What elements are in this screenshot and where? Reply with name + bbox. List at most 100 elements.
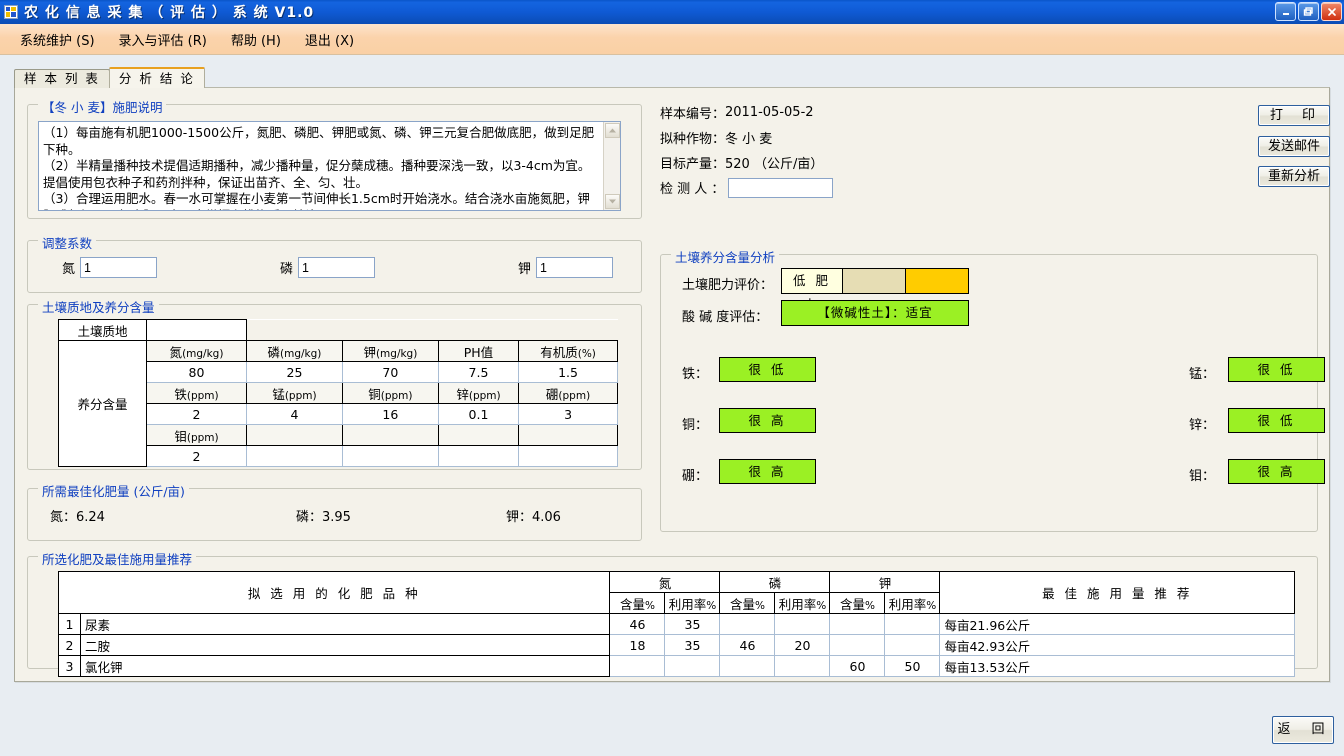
value-n[interactable]: 80 <box>146 361 247 383</box>
fertilizer-note-textarea[interactable]: （1）每亩施有机肥1000-1500公斤，氮肥、磷肥、钾肥或氮、磷、钾三元复合肥… <box>38 121 621 211</box>
inspector-input[interactable] <box>728 177 834 198</box>
header-blank-2 <box>341 424 439 446</box>
header-organic: 有机质(%) <box>518 340 618 362</box>
coefficients-group: 调整系数 氮 磷 钾 <box>27 233 642 293</box>
row-p-content[interactable] <box>719 613 776 635</box>
header-p-rate: 利用率% <box>774 592 831 614</box>
table-row[interactable]: 3 氯化钾 60 50 每亩13.53公斤 <box>58 655 1295 677</box>
micronutrient-badge-cu: 很 高 <box>719 408 816 433</box>
tab-analysis-conclusion[interactable]: 分 析 结 论 <box>108 67 205 88</box>
row-p-content[interactable]: 46 <box>719 634 776 656</box>
value-p[interactable]: 25 <box>246 361 343 383</box>
row-n-rate[interactable]: 35 <box>664 634 721 656</box>
optimal-k: 钾：4.06 <box>506 510 561 525</box>
value-fe[interactable]: 2 <box>146 403 247 425</box>
coefficient-input-p[interactable] <box>298 257 376 278</box>
row-k-rate[interactable]: 50 <box>884 655 941 677</box>
header-blank-1 <box>246 424 343 446</box>
table-row: 土壤质地 <box>58 319 618 341</box>
micronutrient-label-cu: 铜： <box>682 418 709 433</box>
fertility-label: 土壤肥力评价： <box>682 278 774 293</box>
yield-label: 目标产量： <box>660 157 726 172</box>
value-zn[interactable]: 0.1 <box>437 403 520 425</box>
row-p-content[interactable] <box>719 655 776 677</box>
row-n-content[interactable] <box>609 655 666 677</box>
optimal-amount-group: 所需最佳化肥量 (公斤/亩) 氮：6.24 磷：3.95 钾：4.06 <box>27 481 642 541</box>
table-row[interactable]: 1 尿素 46 35 每亩21.96公斤 <box>58 613 1295 635</box>
micronutrient-badge-mo: 很 高 <box>1228 459 1325 484</box>
menu-item-entry-evaluation[interactable]: 录入与评估 (R) <box>107 27 219 52</box>
ph-badge: 【微碱性土】：适宜 <box>781 300 969 326</box>
header-k-rate: 利用率% <box>884 592 941 614</box>
reanalyze-button[interactable]: 重新分析 <box>1258 166 1330 187</box>
row-n-content[interactable]: 46 <box>609 613 666 635</box>
row-fertilizer-name[interactable]: 二胺 <box>79 634 611 656</box>
value-blank-4[interactable] <box>518 445 618 467</box>
tab-sample-list[interactable]: 样 本 列 表 <box>14 69 110 88</box>
row-p-rate[interactable] <box>774 613 831 635</box>
row-n-rate[interactable] <box>664 655 721 677</box>
value-blank-2[interactable] <box>341 445 439 467</box>
value-mo[interactable]: 2 <box>146 445 247 467</box>
value-ph[interactable]: 7.5 <box>437 361 520 383</box>
header-potassium: 钾 <box>829 571 941 593</box>
row-p-rate[interactable] <box>774 655 831 677</box>
table-row: 拟 选 用 的 化 肥 品 种 氮 磷 钾 最 佳 施 用 量 推 荐 <box>57 571 1295 614</box>
micronutrient-badge-fe: 很 低 <box>719 357 816 382</box>
row-k-rate[interactable] <box>884 613 941 635</box>
restore-icon[interactable] <box>1298 2 1319 21</box>
value-mn[interactable]: 4 <box>246 403 343 425</box>
texture-label: 土壤质地 <box>58 319 147 341</box>
value-k[interactable]: 70 <box>341 361 439 383</box>
scroll-up-icon[interactable] <box>604 123 620 138</box>
value-cu[interactable]: 16 <box>341 403 439 425</box>
row-fertilizer-name[interactable]: 氯化钾 <box>79 655 611 677</box>
micronutrient-label-zn: 锌： <box>1189 418 1216 433</box>
row-k-content[interactable] <box>829 634 886 656</box>
row-fertilizer-name[interactable]: 尿素 <box>79 613 611 635</box>
fertility-segment-high <box>906 268 969 294</box>
header-best-amount: 最 佳 施 用 量 推 荐 <box>939 571 1295 614</box>
value-b[interactable]: 3 <box>518 403 618 425</box>
return-button[interactable]: 返 回 <box>1272 716 1334 744</box>
fertilizer-note-title: 【冬 小 麦】施肥说明 <box>38 97 167 116</box>
send-mail-button[interactable]: 发送邮件 <box>1258 136 1330 157</box>
recommendation-table: 拟 选 用 的 化 肥 品 种 氮 磷 钾 最 佳 施 用 量 推 荐 含量% … <box>57 571 1295 677</box>
menu-item-help[interactable]: 帮助 (H) <box>219 27 293 52</box>
row-best-amount[interactable]: 每亩21.96公斤 <box>939 613 1295 635</box>
menu-item-exit[interactable]: 退出 (X) <box>293 27 366 52</box>
coefficient-input-k[interactable] <box>536 257 614 278</box>
value-organic[interactable]: 1.5 <box>518 361 618 383</box>
print-button[interactable]: 打 印 <box>1258 105 1330 126</box>
texture-value[interactable] <box>146 319 247 341</box>
row-p-rate[interactable]: 20 <box>774 634 831 656</box>
row-k-content[interactable]: 60 <box>829 655 886 677</box>
value-blank-1[interactable] <box>246 445 343 467</box>
soil-nutrient-table: 土壤质地 养分含量 氮(mg/kg) 磷(mg/kg) 钾(mg/kg) PH值… <box>58 319 618 467</box>
micronutrient-label-mo: 钼： <box>1189 469 1216 484</box>
row-n-rate[interactable]: 35 <box>664 613 721 635</box>
minimize-icon[interactable] <box>1275 2 1296 21</box>
scroll-down-icon[interactable] <box>604 194 620 209</box>
soil-table-group: 土壤质地及养分含量 土壤质地 养分含量 氮(mg/kg) 磷(mg/kg) 钾(… <box>27 297 642 470</box>
crop-label: 拟种作物： <box>660 132 726 147</box>
micronutrient-label-b: 硼： <box>682 469 709 484</box>
micronutrient-label-fe: 铁： <box>682 367 709 382</box>
coefficient-input-n[interactable] <box>80 257 158 278</box>
row-best-amount[interactable]: 每亩42.93公斤 <box>939 634 1295 656</box>
app-icon <box>4 5 18 19</box>
close-icon[interactable] <box>1321 2 1342 21</box>
table-row[interactable]: 2 二胺 18 35 46 20 每亩42.93公斤 <box>58 634 1295 656</box>
row-k-content[interactable] <box>829 613 886 635</box>
value-blank-3[interactable] <box>437 445 520 467</box>
row-best-amount[interactable]: 每亩13.53公斤 <box>939 655 1295 677</box>
row-n-content[interactable]: 18 <box>609 634 666 656</box>
row-number: 2 <box>58 634 81 656</box>
row-k-rate[interactable] <box>884 634 941 656</box>
header-n-content: 含量% <box>609 592 666 614</box>
fertilizer-note-scrollbar[interactable] <box>603 122 620 210</box>
optimal-p: 磷：3.95 <box>296 510 351 525</box>
menu-item-system-maintenance[interactable]: 系统维护 (S) <box>8 27 107 52</box>
header-ph: PH值 <box>437 340 520 362</box>
recommendation-title: 所选化肥及最佳施用量推荐 <box>38 549 197 568</box>
